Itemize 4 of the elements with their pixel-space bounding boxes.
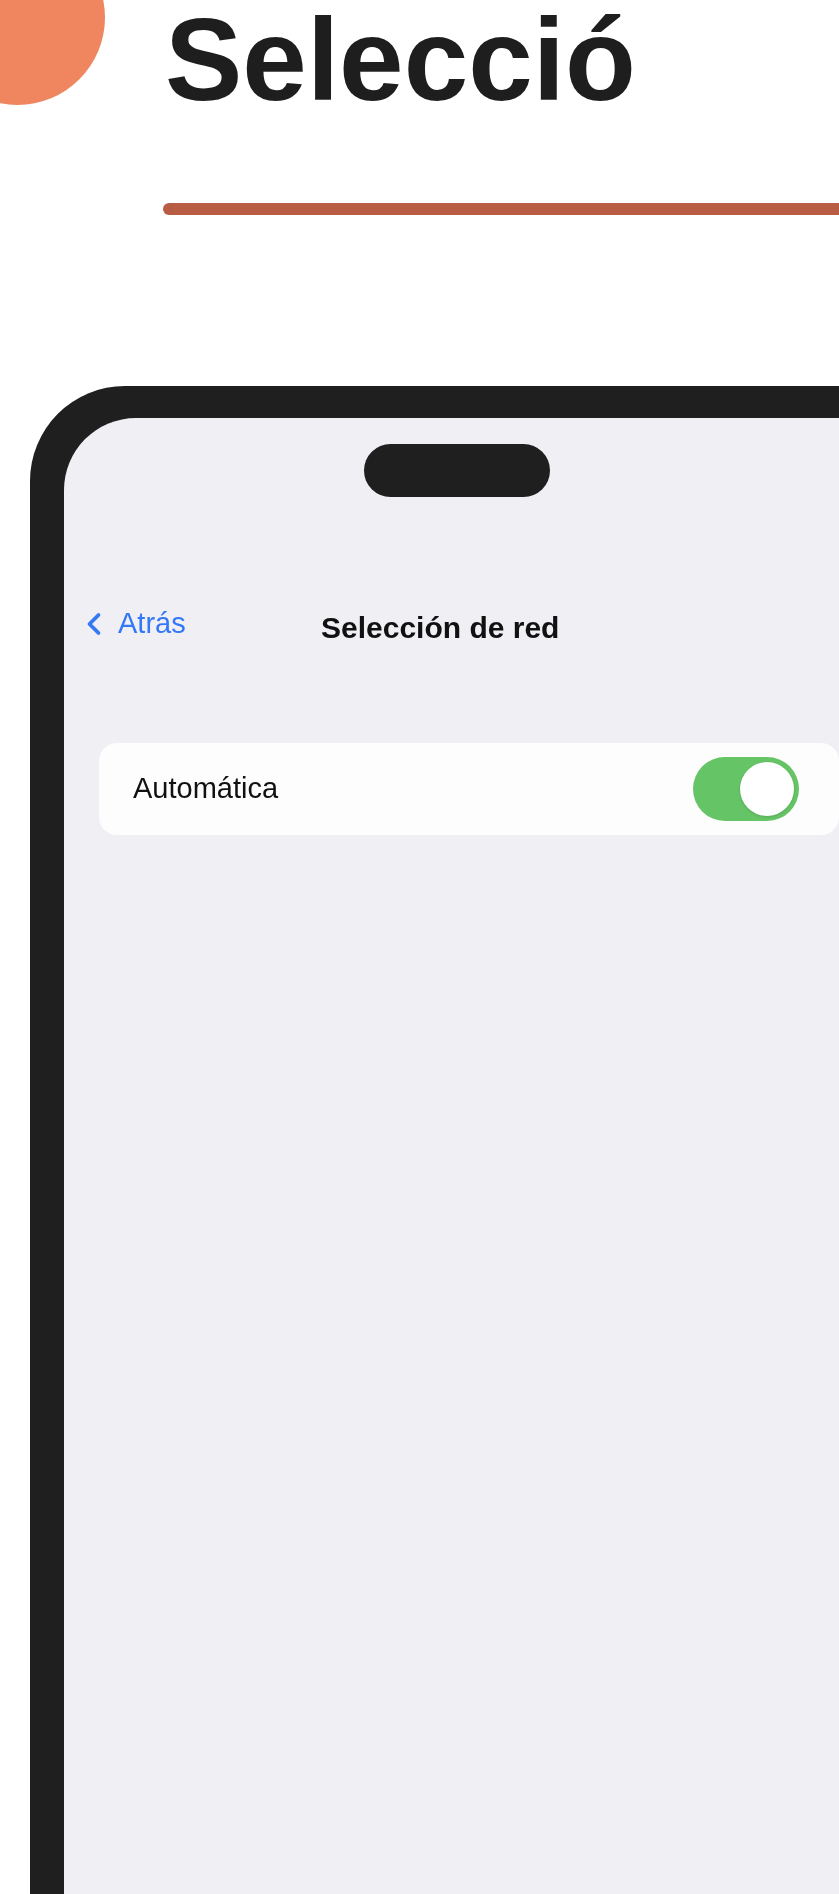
back-button[interactable]: Atrás (82, 602, 186, 646)
step-title: Selecció (165, 2, 636, 118)
setting-label: Automática (133, 771, 279, 807)
screen-title: Selección de red (321, 610, 560, 646)
